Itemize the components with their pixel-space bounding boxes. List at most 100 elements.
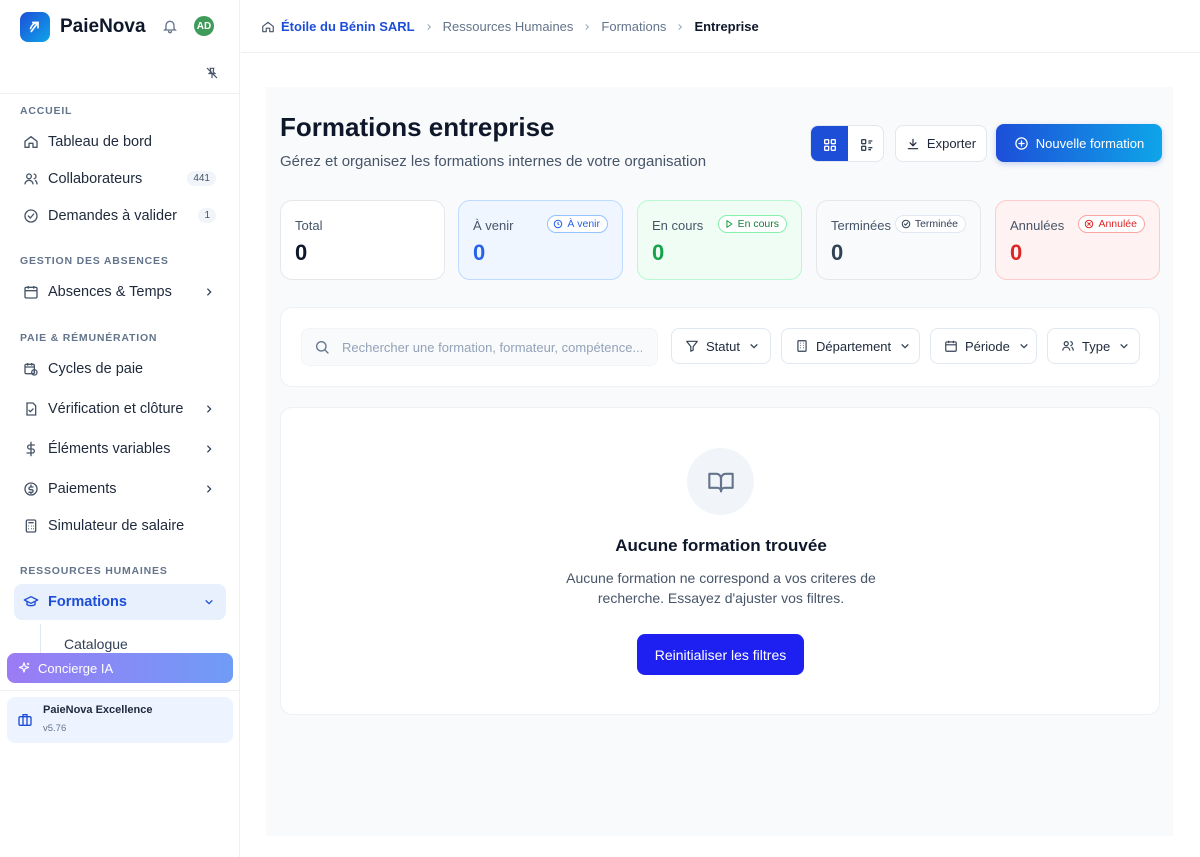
chevron-down-icon (1120, 344, 1128, 349)
grid-icon (823, 138, 836, 151)
sidebar: PaieNova AD ACCUEIL Tableau de bord Coll… (0, 0, 240, 857)
section-paie: PAIE & RÉMUNÉRATION (20, 332, 158, 344)
filter-periode[interactable]: Période (930, 328, 1037, 364)
view-toggle (810, 125, 884, 162)
stat-card-total[interactable]: Total 0 (280, 200, 445, 280)
version-name: PaieNova Excellence (43, 704, 153, 716)
chevron-right-icon (207, 405, 212, 413)
export-button[interactable]: Exporter (895, 125, 987, 162)
sidebar-item-verification[interactable]: Vérification et clôture (14, 391, 226, 427)
calendar-icon (945, 340, 957, 352)
graduation-cap-icon (23, 596, 39, 607)
stat-value: 0 (295, 240, 308, 265)
list-view-button[interactable] (848, 126, 883, 161)
empty-state-title: Aucune formation trouvée (615, 536, 827, 555)
chevron-down-icon (1020, 344, 1028, 349)
sidebar-item-paiements[interactable]: Paiements (14, 471, 226, 507)
version-card: PaieNova Excellence v5.76 (7, 697, 233, 743)
new-formation-label: Nouvelle formation (1035, 135, 1145, 151)
sidebar-item-label: Tableau de bord (48, 134, 152, 150)
filter-statut[interactable]: Statut (671, 328, 771, 364)
breadcrumb-company[interactable]: Étoile du Bénin SARL (281, 19, 415, 34)
sidebar-item-dashboard[interactable]: Tableau de bord (14, 124, 226, 160)
search-icon (316, 341, 329, 354)
reset-filters-button[interactable]: Reinitialiser les filtres (637, 634, 804, 675)
grid-view-button[interactable] (811, 126, 848, 161)
sidebar-item-elements[interactable]: Éléments variables (14, 431, 226, 467)
filters-panel: Statut Département Période Type (280, 307, 1160, 387)
page-subtitle: Gérez et organisez les formations intern… (280, 153, 707, 170)
sidebar-item-label: Paiements (48, 481, 117, 497)
sidebar-item-formations[interactable]: Formations (14, 584, 226, 620)
sidebar-item-label: Cycles de paie (48, 361, 144, 377)
breadcrumb-rh[interactable]: Ressources Humaines (443, 19, 574, 34)
stat-card-annulees[interactable]: Annulées 0 Annulée (995, 200, 1160, 280)
check-circle-icon (901, 219, 911, 229)
book-open-icon (707, 472, 734, 492)
count-badge: 1 (198, 208, 216, 223)
avatar[interactable]: AD (194, 16, 214, 36)
status-badge: Terminée (894, 215, 966, 233)
stat-card-terminees[interactable]: Terminées 0 Terminée (816, 200, 981, 280)
section-rh: RESSOURCES HUMAINES (20, 565, 168, 577)
status-badge: En cours (717, 215, 787, 233)
check-circle-icon (24, 209, 38, 223)
empty-state-text: Aucune formation ne correspond a vos cri… (566, 570, 876, 606)
chevron-down-icon (901, 344, 909, 349)
filter-icon (686, 340, 698, 352)
breadcrumb-formations[interactable]: Formations (601, 19, 666, 34)
status-badge-label: À venir (567, 218, 600, 230)
stat-card-a-venir[interactable]: À venir 0 À venir (458, 200, 623, 280)
sidebar-item-label: Collaborateurs (48, 171, 143, 187)
sidebar-divider (0, 690, 240, 691)
x-circle-icon (1085, 219, 1094, 229)
chevron-down-icon (750, 344, 758, 349)
empty-state-icon-wrapper (687, 448, 754, 515)
coin-icon (24, 482, 38, 496)
brand[interactable]: PaieNova (20, 12, 146, 42)
file-check-icon (26, 402, 37, 416)
home-icon[interactable] (261, 20, 275, 34)
status-badge-label: Annulée (1098, 218, 1137, 230)
sidebar-subitem-catalogue[interactable]: Catalogue (64, 636, 128, 652)
status-badge-label: En cours (737, 218, 779, 230)
page-title: Formations entreprise (280, 112, 555, 142)
sidebar-item-collaborateurs[interactable]: Collaborateurs 441 (14, 161, 226, 197)
stat-label: En cours (652, 218, 704, 233)
sidebar-item-label: Simulateur de salaire (48, 518, 185, 534)
brand-name: PaieNova (60, 16, 146, 37)
breadcrumb: Étoile du Bénin SARL Ressources Humaines… (261, 19, 759, 34)
unpin-icon[interactable] (205, 66, 219, 80)
sidebar-item-absences[interactable]: Absences & Temps (14, 274, 226, 310)
sidebar-item-label: Formations (48, 594, 127, 610)
stat-label: Terminées (831, 218, 891, 233)
concierge-ia-button[interactable]: Concierge IA (7, 653, 233, 683)
stat-card-en-cours[interactable]: En cours 0 En cours (637, 200, 802, 280)
plus-circle-icon (1015, 136, 1028, 150)
sidebar-item-demandes[interactable]: Demandes à valider 1 (14, 198, 226, 234)
concierge-label: Concierge IA (38, 660, 114, 676)
filter-label: Type (1082, 338, 1111, 354)
version-number: v5.76 (43, 723, 67, 734)
filter-departement[interactable]: Département (781, 328, 920, 364)
bell-icon[interactable] (162, 18, 178, 34)
chevron-right-icon (207, 485, 212, 493)
sidebar-divider (0, 93, 240, 94)
filter-type[interactable]: Type (1047, 328, 1140, 364)
chevron-right-icon (207, 445, 212, 453)
briefcase-icon (18, 714, 32, 726)
section-accueil: ACCUEIL (20, 105, 73, 117)
search-input[interactable] (342, 339, 642, 355)
sidebar-item-simulateur[interactable]: Simulateur de salaire (14, 508, 226, 544)
new-formation-button[interactable]: Nouvelle formation (996, 124, 1162, 162)
sidebar-item-label: Vérification et clôture (48, 401, 184, 417)
top-bar: Étoile du Bénin SARL Ressources Humaines… (241, 0, 1200, 53)
sidebar-item-cycles[interactable]: Cycles de paie (14, 351, 226, 387)
section-absences: GESTION DES ABSENCES (20, 255, 169, 267)
sidebar-item-label: Absences & Temps (48, 284, 172, 300)
sidebar-item-label: Demandes à valider (48, 208, 177, 224)
building-icon (797, 340, 807, 352)
export-label: Exporter (926, 136, 977, 151)
calculator-icon (25, 519, 37, 533)
dollar-icon (26, 441, 35, 457)
